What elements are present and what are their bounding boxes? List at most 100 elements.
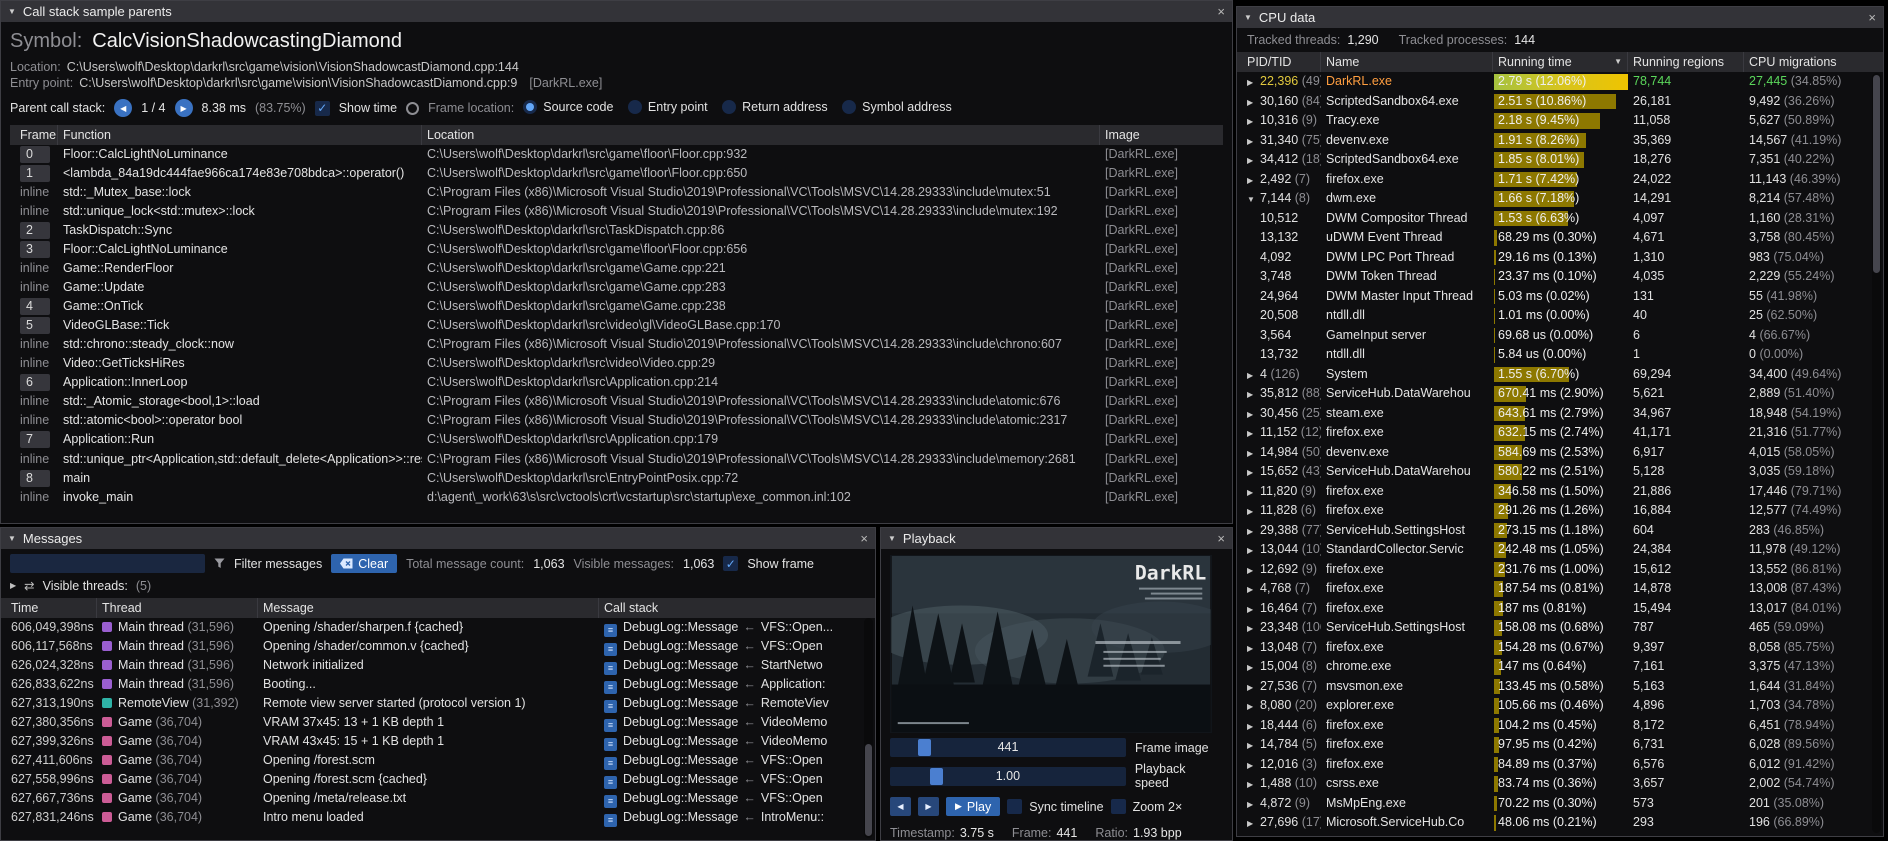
expand-icon[interactable]: ▶: [1247, 580, 1260, 599]
collapse-icon[interactable]: ▼: [8, 534, 16, 543]
frame-location-radio[interactable]: Symbol address: [842, 100, 952, 114]
step-forward-button[interactable]: ▶: [918, 797, 939, 816]
callstack-row[interactable]: inline std::atomic<bool>::operator bool …: [10, 411, 1223, 430]
expand-icon[interactable]: ▶: [1247, 424, 1260, 443]
column-header-name[interactable]: Name: [1321, 52, 1493, 72]
close-icon[interactable]: ×: [1217, 532, 1225, 545]
expand-icon[interactable]: ▶: [1247, 132, 1260, 151]
scrollbar-thumb[interactable]: [1873, 75, 1880, 273]
cpu-row[interactable]: ▶11,152 (12) firefox.exe 632.15 ms (2.74…: [1237, 423, 1883, 443]
show-time-checkbox[interactable]: ✓: [315, 101, 330, 116]
cpu-row[interactable]: 13,732 ntdll.dll 5.84 us (0.00%) 1 0 (0.…: [1237, 345, 1883, 365]
cpu-row[interactable]: ▶30,160 (84) ScriptedSandbox64.exe 2.51 …: [1237, 92, 1883, 112]
callstack-row[interactable]: inline std::_Mutex_base::lock C:\Program…: [10, 183, 1223, 202]
message-row[interactable]: 627,380,356ns Game (36,704) VRAM 37x45: …: [1, 713, 875, 732]
callstack-row[interactable]: inline std::chrono::steady_clock::now C:…: [10, 335, 1223, 354]
close-icon[interactable]: ×: [860, 532, 868, 545]
slider-grab[interactable]: [918, 739, 931, 756]
scrollbar-vertical[interactable]: [864, 618, 873, 838]
callstack-row[interactable]: 8 main C:\Users\wolf\Desktop\darkrl\src\…: [10, 469, 1223, 488]
frame-location-radio[interactable]: Return address: [722, 100, 827, 114]
prev-callstack-button[interactable]: ◀: [114, 99, 132, 117]
message-row[interactable]: 606,117,568ns Main thread (31,596) Openi…: [1, 637, 875, 656]
expand-icon[interactable]: ▶: [1247, 93, 1260, 112]
frame-image-slider[interactable]: 441: [890, 738, 1126, 757]
column-header-pid-tid[interactable]: PID/TID: [1237, 52, 1321, 72]
step-back-button[interactable]: ◀: [890, 797, 911, 816]
expand-icon[interactable]: ▶: [1247, 444, 1260, 463]
expand-icon[interactable]: ▼: [1247, 190, 1260, 209]
cpu-row[interactable]: ▶35,812 (88) ServiceHub.DataWarehou 670.…: [1237, 384, 1883, 404]
cpu-row[interactable]: ▶27,536 (7) msvsmon.exe 133.45 ms (0.58%…: [1237, 677, 1883, 697]
message-callstack[interactable]: ≡DebugLog::Message←VFS::Open: [599, 637, 875, 656]
collapse-icon[interactable]: ▼: [8, 7, 16, 16]
message-row[interactable]: 627,313,190ns RemoteView (31,392) Remote…: [1, 694, 875, 713]
message-callstack[interactable]: ≡DebugLog::Message←IntroMenu::: [599, 808, 875, 827]
expand-icon[interactable]: ▶: [1247, 366, 1260, 385]
expand-icon[interactable]: ▶: [1247, 717, 1260, 736]
callstack-row[interactable]: 5 VideoGLBase::Tick C:\Users\wolf\Deskto…: [10, 316, 1223, 335]
filter-input[interactable]: [10, 554, 205, 573]
cpu-row[interactable]: ▶13,048 (7) firefox.exe 154.28 ms (0.67%…: [1237, 638, 1883, 658]
cpu-row[interactable]: ▶11,820 (9) firefox.exe 346.58 ms (1.50%…: [1237, 482, 1883, 502]
cpu-row[interactable]: 20,508 ntdll.dll 1.01 ms (0.00%) 40 25 (…: [1237, 306, 1883, 326]
cpu-row[interactable]: ▶1,488 (10) csrss.exe 83.74 ms (0.36%) 3…: [1237, 774, 1883, 794]
expand-icon[interactable]: ▶: [1247, 756, 1260, 775]
expand-icon[interactable]: ▶: [1247, 502, 1260, 521]
expand-icon[interactable]: ▶: [1247, 112, 1260, 131]
message-callstack[interactable]: ≡DebugLog::Message←VFS::Open: [599, 751, 875, 770]
cpu-row[interactable]: ▶4,872 (9) MsMpEng.exe 70.22 ms (0.30%) …: [1237, 794, 1883, 814]
cpu-row[interactable]: ▶12,016 (3) firefox.exe 84.89 ms (0.37%)…: [1237, 755, 1883, 775]
cpu-row[interactable]: ▶4 (126) System 1.55 s (6.70%) 69,294 34…: [1237, 365, 1883, 385]
cpu-row[interactable]: ▶22,396 (49) DarkRL.exe 2.79 s (12.06%) …: [1237, 72, 1883, 92]
cpu-row[interactable]: ▶10,316 (9) Tracy.exe 2.18 s (9.45%) 11,…: [1237, 111, 1883, 131]
message-row[interactable]: 627,411,606ns Game (36,704) Opening /for…: [1, 751, 875, 770]
callstack-row[interactable]: inline std::_Atomic_storage<bool,1>::loa…: [10, 392, 1223, 411]
message-row[interactable]: 626,833,622ns Main thread (31,596) Booti…: [1, 675, 875, 694]
expand-icon[interactable]: ▶: [1247, 522, 1260, 541]
playback-speed-slider[interactable]: 1.00: [890, 767, 1126, 786]
expand-icon[interactable]: ▶: [1247, 483, 1260, 502]
cpu-row[interactable]: ▶29,388 (77) ServiceHub.SettingsHost 273…: [1237, 521, 1883, 541]
cpu-row[interactable]: 4,092 DWM LPC Port Thread 29.16 ms (0.13…: [1237, 248, 1883, 268]
cpu-row[interactable]: ▶2,492 (7) firefox.exe 1.71 s (7.42%) 24…: [1237, 170, 1883, 190]
cpu-row[interactable]: ▶30,456 (25) steam.exe 643.61 ms (2.79%)…: [1237, 404, 1883, 424]
expand-icon[interactable]: ▶: [1247, 463, 1260, 482]
cpu-row[interactable]: ▼7,144 (8) dwm.exe 1.66 s (7.18%) 14,291…: [1237, 189, 1883, 209]
message-callstack[interactable]: ≡DebugLog::Message←Application:: [599, 675, 875, 694]
expand-icon[interactable]: ▶: [1247, 385, 1260, 404]
cpu-row[interactable]: ▶14,784 (5) firefox.exe 97.95 ms (0.42%)…: [1237, 735, 1883, 755]
cpu-row[interactable]: 3,564 GameInput server 69.68 us (0.00%) …: [1237, 326, 1883, 346]
message-row[interactable]: 627,667,736ns Game (36,704) Opening /met…: [1, 789, 875, 808]
cpu-row[interactable]: ▶4,768 (7) firefox.exe 187.54 ms (0.81%)…: [1237, 579, 1883, 599]
callstack-row[interactable]: inline std::unique_lock<std::mutex>::loc…: [10, 202, 1223, 221]
message-row[interactable]: 626,024,328ns Main thread (31,596) Netwo…: [1, 656, 875, 675]
play-button[interactable]: ▶Play: [946, 797, 1000, 816]
message-callstack[interactable]: ≡DebugLog::Message←VideoMemo: [599, 713, 875, 732]
message-callstack[interactable]: ≡DebugLog::Message←VFS::Open: [599, 770, 875, 789]
expand-icon[interactable]: ▶: [1247, 775, 1260, 794]
collapse-icon[interactable]: ▼: [1244, 13, 1252, 22]
expand-icon[interactable]: ▶: [1247, 171, 1260, 190]
expand-icon[interactable]: ▶: [1247, 795, 1260, 814]
cpu-row[interactable]: ▶31,340 (75) devenv.exe 1.91 s (8.26%) 3…: [1237, 131, 1883, 151]
message-callstack[interactable]: ≡DebugLog::Message←StartNetwo: [599, 656, 875, 675]
callstack-row[interactable]: 6 Application::InnerLoop C:\Users\wolf\D…: [10, 373, 1223, 392]
cpu-row[interactable]: 13,132 uDWM Event Thread 68.29 ms (0.30%…: [1237, 228, 1883, 248]
message-row[interactable]: 606,049,398ns Main thread (31,596) Openi…: [1, 618, 875, 637]
show-frame-checkbox[interactable]: ✓: [723, 556, 738, 571]
cpu-row[interactable]: ▶34,412 (18) ScriptedSandbox64.exe 1.85 …: [1237, 150, 1883, 170]
cpu-row[interactable]: ▶27,696 (17) Microsoft.ServiceHub.Co 48.…: [1237, 813, 1883, 833]
callstack-row[interactable]: inline Video::GetTicksHiRes C:\Users\wol…: [10, 354, 1223, 373]
callstack-row[interactable]: inline std::unique_ptr<Application,std::…: [10, 449, 1223, 469]
message-row[interactable]: 627,558,996ns Game (36,704) Opening /for…: [1, 770, 875, 789]
message-row[interactable]: 627,399,326ns Game (36,704) VRAM 43x45: …: [1, 732, 875, 751]
callstack-row[interactable]: 3 Floor::CalcLightNoLuminance C:\Users\w…: [10, 240, 1223, 259]
cpu-row[interactable]: ▶14,984 (50) devenv.exe 584.69 ms (2.53%…: [1237, 443, 1883, 463]
cpu-row[interactable]: 24,964 DWM Master Input Thread 5.03 ms (…: [1237, 287, 1883, 307]
message-callstack[interactable]: ≡DebugLog::Message←VideoMemo: [599, 732, 875, 751]
cpu-row[interactable]: ▶15,004 (8) chrome.exe 147 ms (0.64%) 7,…: [1237, 657, 1883, 677]
expand-icon[interactable]: ▶: [1247, 600, 1260, 619]
expand-icon[interactable]: ▶: [1247, 405, 1260, 424]
cpu-row[interactable]: 3,748 DWM Token Thread 23.37 ms (0.10%) …: [1237, 267, 1883, 287]
